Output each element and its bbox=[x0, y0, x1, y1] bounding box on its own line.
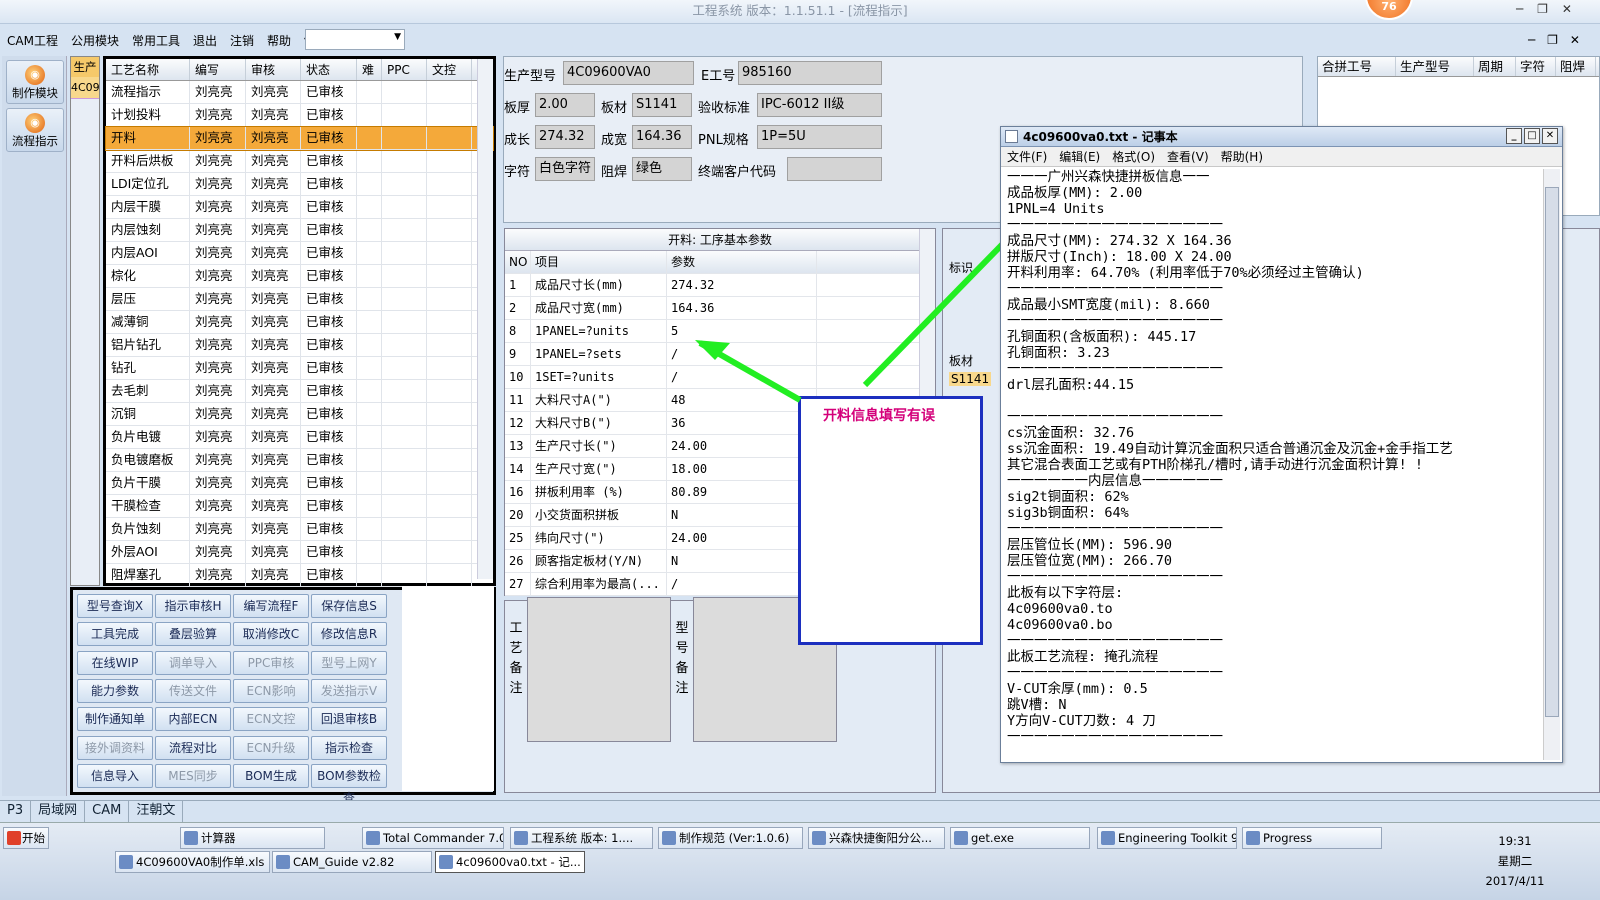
notepad-title: 4c09600va0.txt - 记事本 bbox=[1023, 130, 1178, 144]
windows-icon bbox=[7, 831, 21, 845]
np-menu-help[interactable]: 帮助(H) bbox=[1221, 147, 1263, 166]
taskbar-item[interactable]: CAM_Guide v2.82 bbox=[272, 851, 432, 873]
status-cam[interactable]: CAM bbox=[85, 801, 130, 822]
app-icon bbox=[954, 831, 968, 845]
clock-time: 19:31 bbox=[1498, 834, 1532, 848]
taskbar: 开始 计算器 Total Commander 7.0 ... 工程系统 版本: 1.… bbox=[0, 822, 1600, 900]
taskbar-item[interactable]: 计算器 bbox=[180, 827, 325, 849]
np-menu-edit[interactable]: 编辑(E) bbox=[1059, 147, 1100, 166]
app-icon bbox=[366, 831, 380, 845]
app-icon bbox=[1101, 831, 1115, 845]
app-icon bbox=[119, 855, 133, 869]
minimize-icon[interactable]: _ bbox=[1506, 128, 1522, 144]
notepad-title-bar[interactable]: 4c09600va0.txt - 记事本 _ □ ✕ bbox=[1001, 127, 1562, 147]
status-user: 汪朝文 bbox=[129, 801, 184, 822]
taskbar-item[interactable]: 制作规范 (Ver:1.0.6) bbox=[658, 827, 803, 849]
status-p3[interactable]: P3 bbox=[0, 801, 32, 822]
app-icon bbox=[439, 855, 453, 869]
status-bar: P3 局域网 CAM 汪朝文 bbox=[0, 800, 1600, 822]
taskbar-item-label: 兴森快捷衡阳分公... bbox=[829, 831, 932, 845]
app-icon bbox=[1246, 831, 1260, 845]
start-label: 开始 bbox=[22, 831, 45, 845]
notepad-menu: 文件(F) 编辑(E) 格式(O) 查看(V) 帮助(H) bbox=[1001, 147, 1562, 167]
taskbar-item[interactable]: 工程系统 版本: 1.... bbox=[510, 827, 653, 849]
taskbar-item-label: Total Commander 7.0 ... bbox=[383, 831, 503, 845]
taskbar-item-label: Engineering Toolkit 9.... bbox=[1118, 831, 1236, 845]
taskbar-item-label: 4C09600VA0制作单.xls ... bbox=[136, 855, 270, 869]
taskbar-item[interactable]: Progress bbox=[1242, 827, 1382, 849]
notepad-window: 4c09600va0.txt - 记事本 _ □ ✕ 文件(F) 编辑(E) 格式(… bbox=[1000, 126, 1563, 763]
start-button[interactable]: 开始 bbox=[3, 827, 49, 849]
taskbar-item[interactable]: 4C09600VA0制作单.xls ... bbox=[115, 851, 270, 873]
taskbar-item-label: get.exe bbox=[971, 831, 1014, 845]
taskbar-item-label: Progress bbox=[1263, 831, 1313, 845]
taskbar-item[interactable]: 4c09600va0.txt - 记... bbox=[435, 851, 585, 873]
app-icon bbox=[514, 831, 528, 845]
app-icon bbox=[276, 855, 290, 869]
close-icon[interactable]: ✕ bbox=[1542, 128, 1558, 144]
taskbar-item-label: 4c09600va0.txt - 记... bbox=[456, 855, 581, 869]
app-icon bbox=[184, 831, 198, 845]
taskbar-item[interactable]: get.exe bbox=[950, 827, 1090, 849]
taskbar-item[interactable]: 兴森快捷衡阳分公... bbox=[808, 827, 945, 849]
scroll-thumb[interactable] bbox=[1545, 187, 1559, 717]
clock[interactable]: 19:31 星期二 2017/4/11 bbox=[1440, 831, 1590, 891]
taskbar-item[interactable]: Engineering Toolkit 9.... bbox=[1097, 827, 1237, 849]
maximize-icon[interactable]: □ bbox=[1524, 128, 1540, 144]
np-menu-view[interactable]: 查看(V) bbox=[1167, 147, 1209, 166]
taskbar-item-label: 工程系统 版本: 1.... bbox=[531, 831, 634, 845]
taskbar-item-label: CAM_Guide v2.82 bbox=[293, 855, 395, 869]
app-icon bbox=[812, 831, 826, 845]
clock-weekday: 星期二 bbox=[1497, 854, 1533, 868]
notepad-text[interactable]: 一一一广州兴森快捷拼板信息一一 成品板厚(MM): 2.00 1PNL=4 Un… bbox=[1007, 169, 1537, 759]
taskbar-item-label: 制作规范 (Ver:1.0.6) bbox=[679, 831, 790, 845]
status-lan[interactable]: 局域网 bbox=[31, 801, 86, 822]
taskbar-item-label: 计算器 bbox=[201, 831, 236, 845]
app-icon bbox=[662, 831, 676, 845]
np-menu-format[interactable]: 格式(O) bbox=[1112, 147, 1155, 166]
notepad-scrollbar[interactable] bbox=[1543, 169, 1560, 760]
notepad-icon bbox=[1005, 130, 1018, 143]
np-menu-file[interactable]: 文件(F) bbox=[1007, 147, 1047, 166]
taskbar-item[interactable]: Total Commander 7.0 ... bbox=[362, 827, 504, 849]
clock-date: 2017/4/11 bbox=[1485, 874, 1545, 888]
